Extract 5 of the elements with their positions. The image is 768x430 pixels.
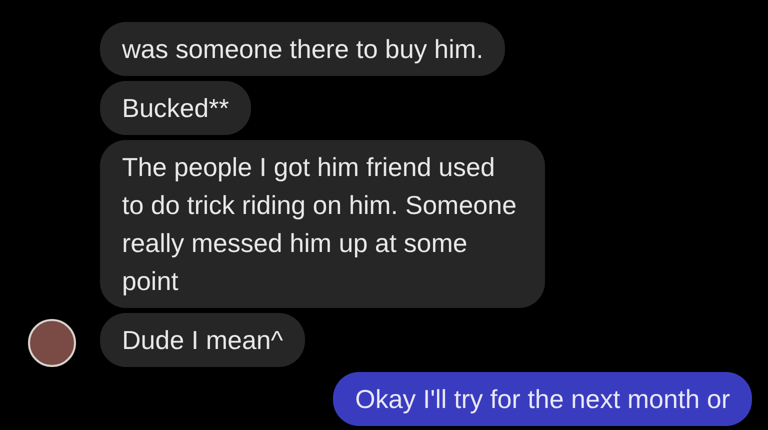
message-bubble: Dude I mean^ [100,313,306,367]
message-bubble: was someone there to buy him. [100,22,506,76]
message-bubble: Okay I'll try for the next month or [333,372,752,426]
message-bubble: Bucked** [100,81,251,135]
message-bubble: The people I got him friend used to do trick riding on him. Someone really messed him up at some point [100,140,545,308]
